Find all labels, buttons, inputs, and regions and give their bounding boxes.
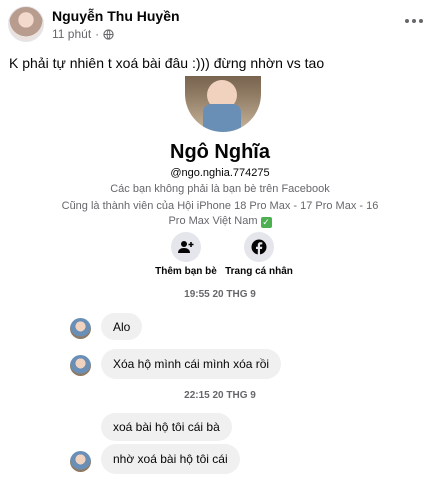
author-name[interactable]: Nguyễn Thu Huyền — [52, 8, 180, 24]
add-friend-action[interactable]: Thêm bạn bè — [146, 232, 226, 277]
timestamp-divider: 19:55 20 THG 9 — [184, 289, 256, 300]
message-bubble[interactable]: nhờ xoá bài hộ tôi cái — [101, 444, 240, 474]
message-text: nhờ xoá bài hộ tôi cái — [113, 452, 228, 466]
not-friends-text: Các bạn không phải là bạn bè trên Facebo… — [110, 183, 330, 195]
profile-page-label: Trang cá nhân — [225, 266, 293, 277]
author-avatar[interactable] — [8, 6, 44, 42]
dot — [419, 19, 423, 23]
message-bubble[interactable]: xoá bài hộ tôi cái bà — [101, 413, 232, 441]
more-options-button[interactable] — [404, 12, 424, 30]
group-member-line: Cũng là thành viên của Hội iPhone 18 Pro… — [60, 199, 380, 229]
sender-avatar[interactable] — [70, 355, 91, 376]
add-friend-icon — [178, 241, 194, 253]
profile-name: Ngô Nghĩa — [170, 141, 270, 163]
globe-icon — [103, 28, 114, 40]
profile-page-action[interactable]: Trang cá nhân — [219, 232, 299, 277]
post-text: K phải tự nhiên t xoá bài đâu :))) đừng … — [9, 55, 325, 71]
messenger-screenshot: Ngô Nghĩa @ngo.nghia.774275 Các bạn khôn… — [0, 76, 440, 499]
add-friend-label: Thêm bạn bè — [155, 266, 217, 277]
timestamp-divider: 22:15 20 THG 9 — [184, 390, 256, 401]
group-member-text: Cũng là thành viên của Hội iPhone 18 Pro… — [61, 200, 379, 227]
profile-page-button[interactable] — [244, 232, 274, 262]
sender-avatar[interactable] — [70, 451, 91, 472]
message-text: xoá bài hộ tôi cái bà — [113, 420, 220, 434]
sender-avatar[interactable] — [70, 318, 91, 339]
profile-avatar — [185, 76, 261, 132]
dot — [405, 19, 409, 23]
post-meta: 11 phút · — [52, 27, 114, 41]
message-text: Alo — [113, 319, 131, 334]
baby-overall — [203, 104, 241, 132]
message-bubble[interactable]: Alo — [101, 313, 143, 340]
message-bubble[interactable]: Xóa hộ mình cái mình xóa rồi — [101, 349, 282, 379]
check-icon: ✓ — [260, 217, 272, 228]
post-time[interactable]: 11 phút — [52, 27, 91, 41]
facebook-icon — [251, 239, 267, 255]
profile-handle: @ngo.nghia.774275 — [170, 167, 270, 179]
post-header: Nguyễn Thu Huyền 11 phút · — [0, 0, 440, 44]
meta-separator: · — [95, 27, 100, 41]
message-text: Xóa hộ mình cái mình xóa rồi — [113, 357, 270, 371]
add-friend-button[interactable] — [171, 232, 201, 262]
dot — [412, 19, 416, 23]
